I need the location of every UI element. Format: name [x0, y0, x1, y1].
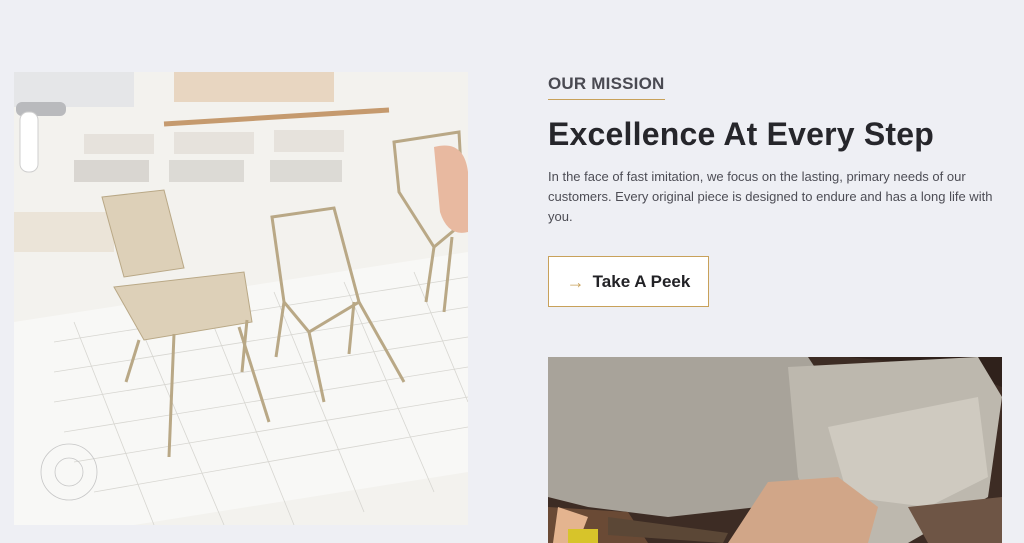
craftsman-image [548, 357, 1002, 543]
chair-models-image [14, 72, 468, 525]
take-a-peek-label: Take A Peek [592, 271, 691, 291]
take-a-peek-button[interactable]: → Take A Peek [548, 256, 709, 307]
arrow-right-icon: → [566, 271, 585, 292]
section-eyebrow: OUR MISSION [548, 74, 665, 100]
section-title: Excellence At Every Step [548, 116, 935, 152]
section-description: In the face of fast imitation, we focus … [548, 169, 993, 224]
mission-section: OUR MISSION Excellence At Every Step In … [548, 74, 1008, 227]
